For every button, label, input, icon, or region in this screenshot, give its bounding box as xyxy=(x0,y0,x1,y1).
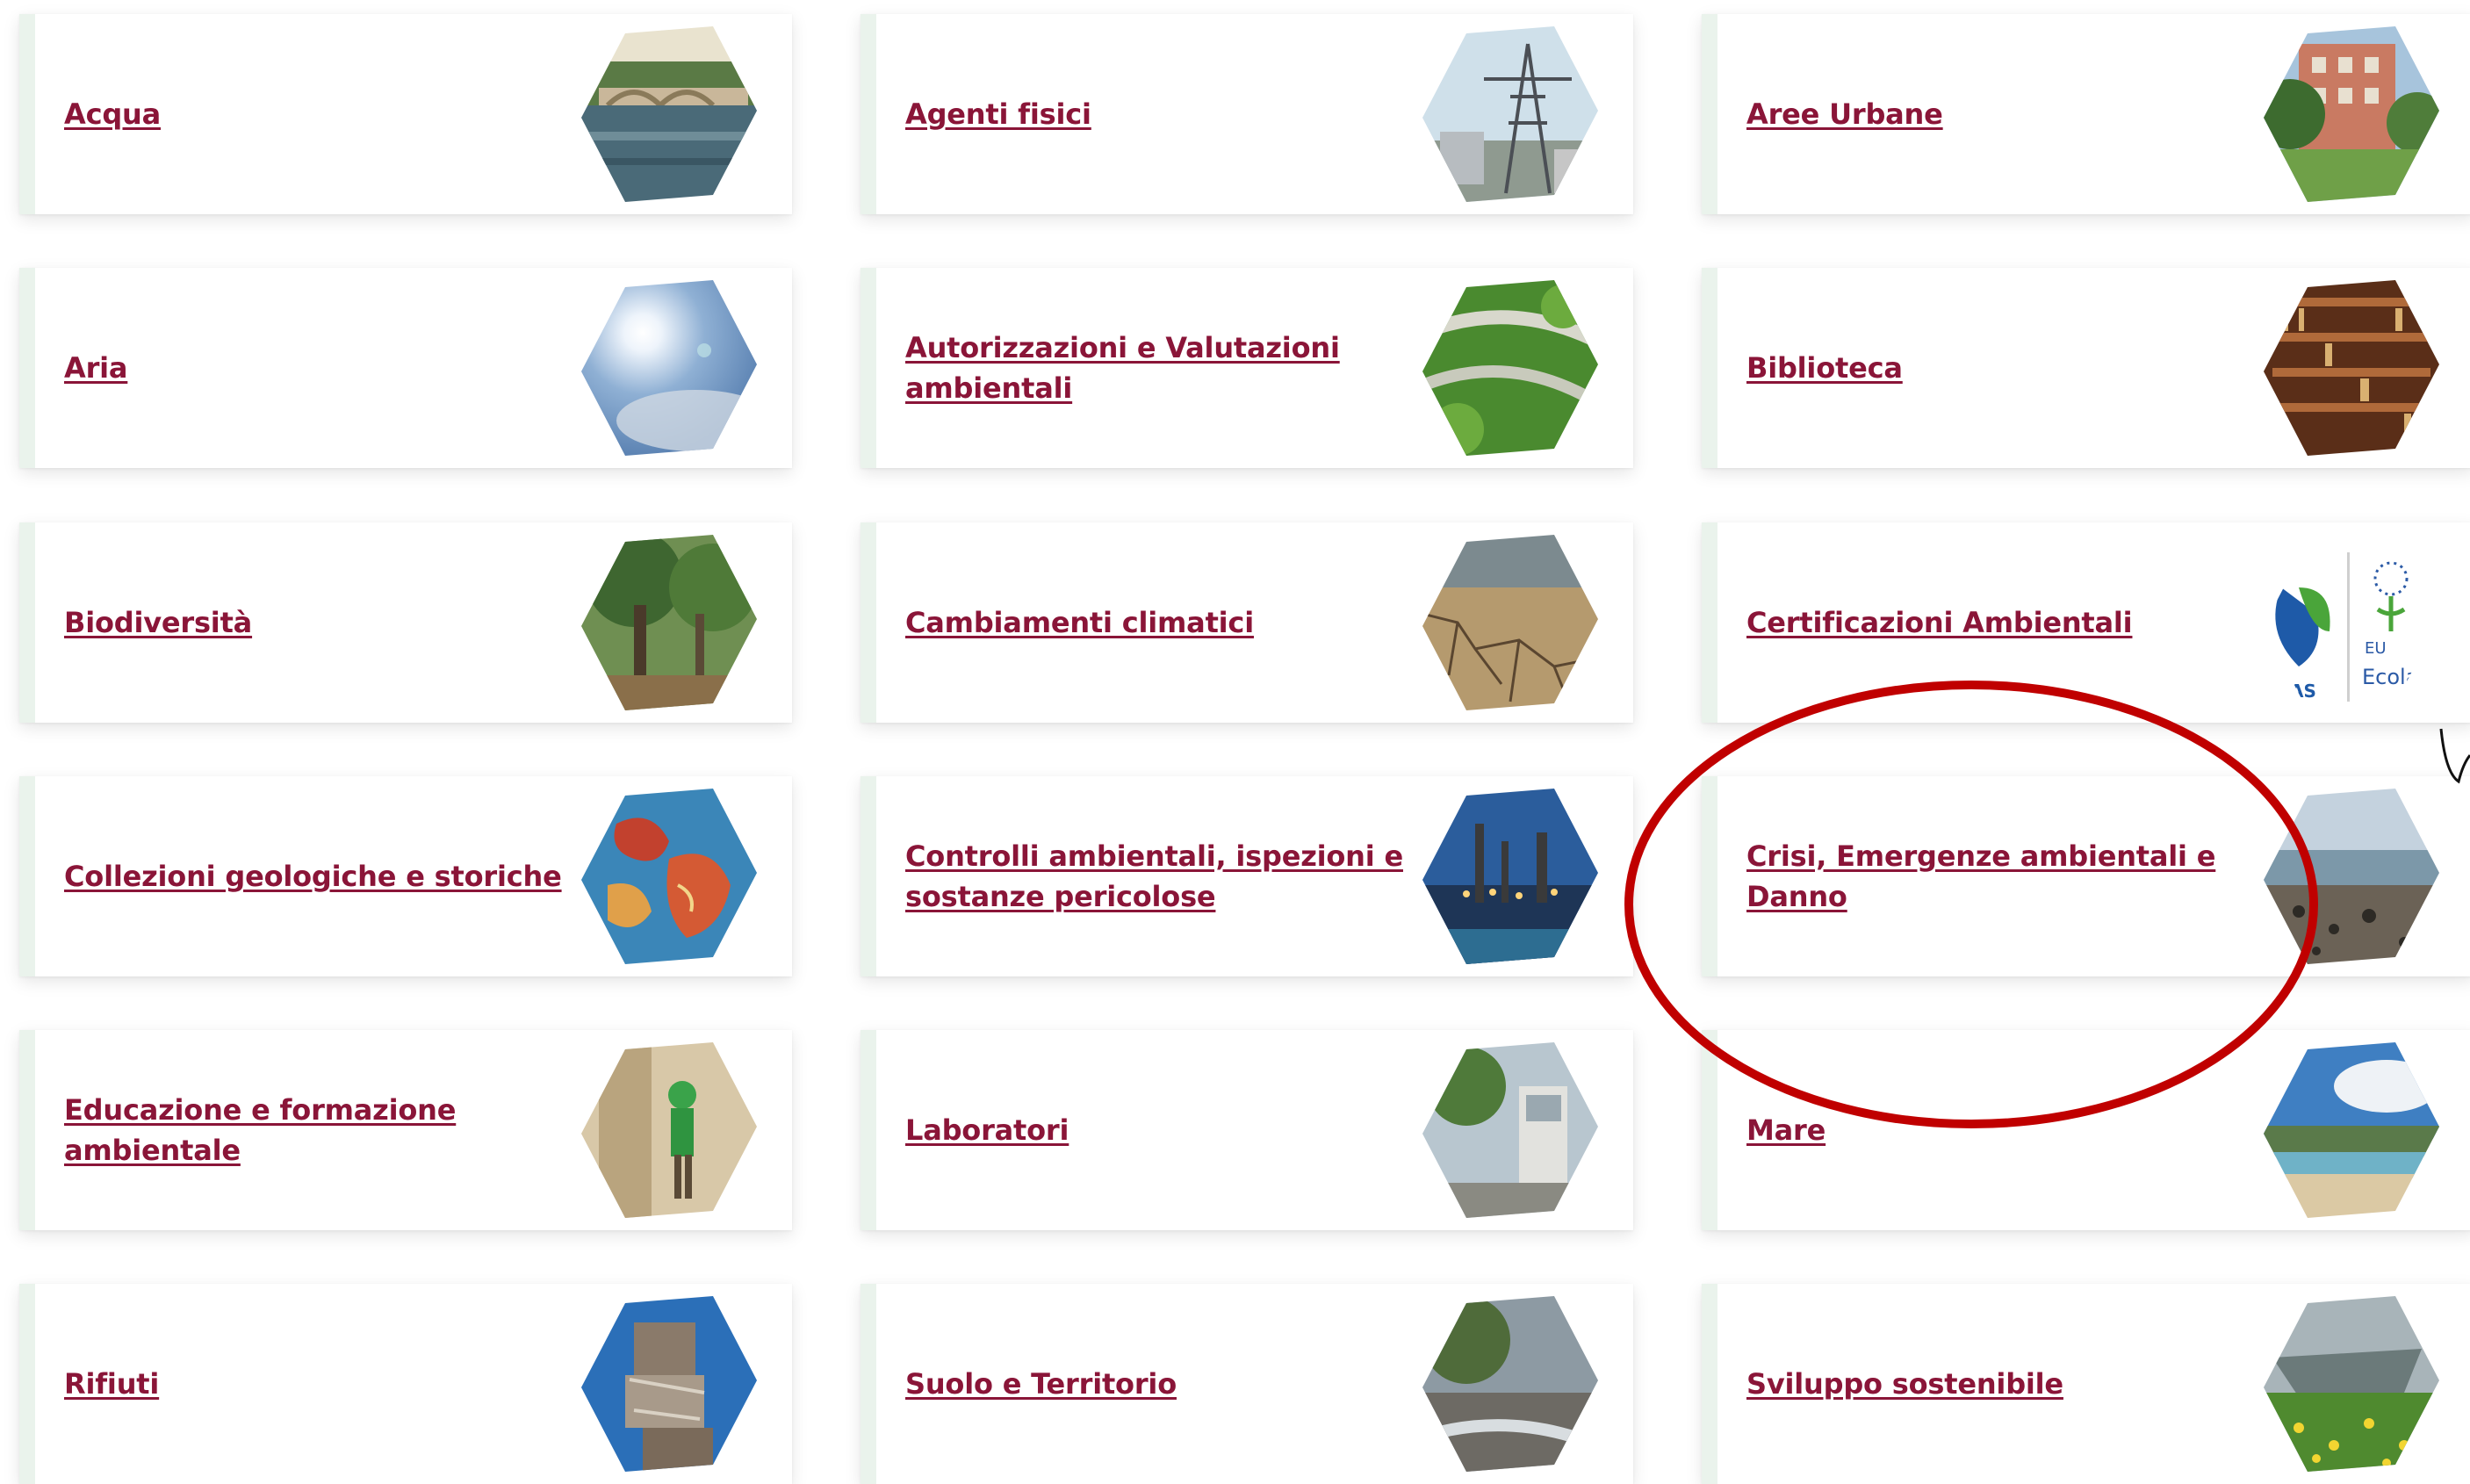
topic-card-controlli[interactable]: Controlli ambientali, ispezioni e sostan… xyxy=(861,776,1633,976)
topic-card-aree-urbane[interactable]: Aree Urbane xyxy=(1702,14,2470,214)
topic-link-educazione[interactable]: Educazione e formazione ambientale xyxy=(64,1090,573,1171)
landslide-river-thumbnail xyxy=(1422,1296,1598,1472)
topic-card-aria[interactable]: Aria xyxy=(19,268,792,468)
river-bridge-thumbnail xyxy=(581,26,757,202)
ecolabel-logo-thumbnail: EU Ecolabel AS xyxy=(2264,535,2439,710)
topic-link-acqua[interactable]: Acqua xyxy=(64,94,161,134)
svg-text:Ecolabel: Ecolabel xyxy=(2362,665,2439,689)
urban-park-thumbnail xyxy=(2264,26,2439,202)
topic-link-agenti-fisici[interactable]: Agenti fisici xyxy=(905,94,1091,134)
topic-link-autorizzazioni[interactable]: Autorizzazioni e Valutazioni ambientali xyxy=(905,328,1415,408)
topic-card-laboratori[interactable]: Laboratori xyxy=(861,1030,1633,1230)
topic-link-aree-urbane[interactable]: Aree Urbane xyxy=(1746,94,1943,134)
svg-text:EU: EU xyxy=(2365,639,2387,658)
topic-link-biblioteca[interactable]: Biblioteca xyxy=(1746,348,1903,388)
topic-link-crisi[interactable]: Crisi, Emergenze ambientali e Danno xyxy=(1746,836,2256,917)
topic-link-rifiuti[interactable]: Rifiuti xyxy=(64,1364,159,1404)
topic-link-collezioni[interactable]: Collezioni geologiche e storiche xyxy=(64,856,562,897)
library-shelves-thumbnail xyxy=(2264,280,2439,456)
topic-link-suolo[interactable]: Suolo e Territorio xyxy=(905,1364,1177,1404)
topic-link-certificazioni[interactable]: Certificazioni Ambientali xyxy=(1746,602,2133,643)
topic-card-biblioteca[interactable]: Biblioteca xyxy=(1702,268,2470,468)
sea-coast-thumbnail xyxy=(2264,1042,2439,1218)
topic-card-crisi[interactable]: Crisi, Emergenze ambientali e Danno xyxy=(1702,776,2470,976)
boat-meadow-thumbnail xyxy=(2264,1296,2439,1472)
topic-card-certificazioni[interactable]: Certificazioni Ambientali EU Ecolabel AS xyxy=(1702,522,2470,723)
topic-link-controlli[interactable]: Controlli ambientali, ispezioni e sostan… xyxy=(905,836,1415,917)
topic-card-agenti-fisici[interactable]: Agenti fisici xyxy=(861,14,1633,214)
topic-card-rifiuti[interactable]: Rifiuti xyxy=(19,1284,792,1484)
topic-card-suolo[interactable]: Suolo e Territorio xyxy=(861,1284,1633,1484)
topic-card-biodiversita[interactable]: Biodiversità xyxy=(19,522,792,723)
topic-card-cambiamenti-climatici[interactable]: Cambiamenti climatici xyxy=(861,522,1633,723)
topic-card-educazione[interactable]: Educazione e formazione ambientale xyxy=(19,1030,792,1230)
topic-link-aria[interactable]: Aria xyxy=(64,348,128,388)
cracked-ground-thumbnail xyxy=(1422,535,1598,710)
highway-greenery-thumbnail xyxy=(1422,280,1598,456)
topic-card-acqua[interactable]: Acqua xyxy=(19,14,792,214)
refinery-thumbnail xyxy=(1422,789,1598,964)
sun-sky-thumbnail xyxy=(581,280,757,456)
topic-card-collezioni[interactable]: Collezioni geologiche e storiche xyxy=(19,776,792,976)
svg-text:AS: AS xyxy=(2290,681,2316,702)
topic-link-biodiversita[interactable]: Biodiversità xyxy=(64,602,252,643)
topic-card-mare[interactable]: Mare xyxy=(1702,1030,2470,1230)
topic-link-mare[interactable]: Mare xyxy=(1746,1110,1825,1150)
relief-map-thumbnail xyxy=(581,789,757,964)
monitoring-station-thumbnail xyxy=(1422,1042,1598,1218)
topic-card-autorizzazioni[interactable]: Autorizzazioni e Valutazioni ambientali xyxy=(861,268,1633,468)
topic-link-cambiamenti-climatici[interactable]: Cambiamenti climatici xyxy=(905,602,1254,643)
power-pylon-thumbnail xyxy=(1422,26,1598,202)
forest-thumbnail xyxy=(581,535,757,710)
topic-link-sviluppo[interactable]: Sviluppo sostenibile xyxy=(1746,1364,2063,1404)
topic-grid: Acqua Agenti fisici Aree Urbane Aria Aut… xyxy=(0,0,2470,1484)
child-outdoor-thumbnail xyxy=(581,1042,757,1218)
oil-beach-thumbnail xyxy=(2264,789,2439,964)
waste-bales-thumbnail xyxy=(581,1296,757,1472)
topic-card-sviluppo[interactable]: Sviluppo sostenibile xyxy=(1702,1284,2470,1484)
topic-link-laboratori[interactable]: Laboratori xyxy=(905,1110,1069,1150)
